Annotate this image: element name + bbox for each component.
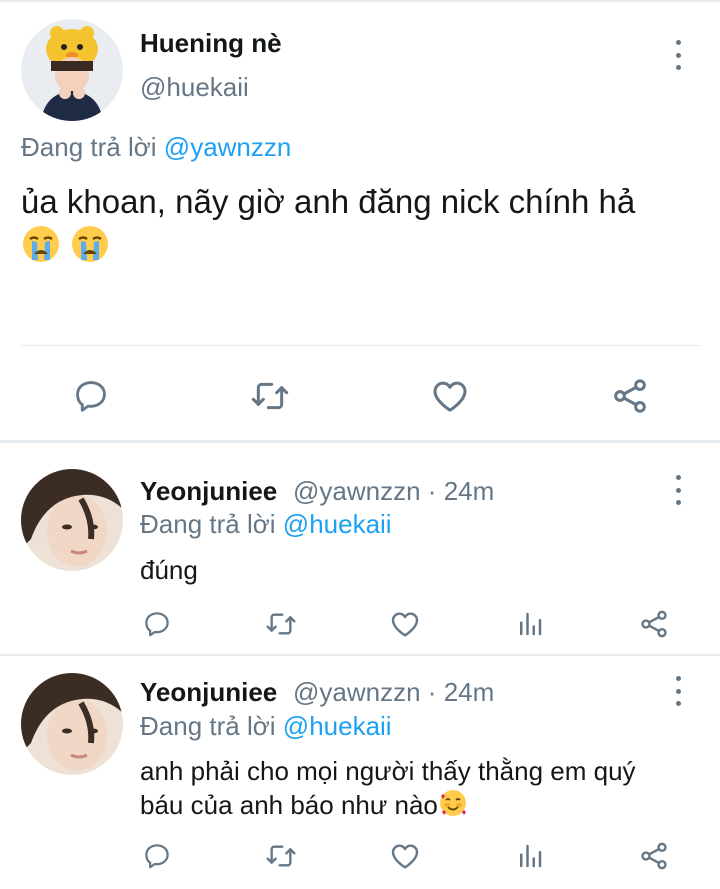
tweet-text-line: anh phải cho mọi người thấy thằng em quý (140, 756, 636, 786)
tweet-text-content: ủa khoan, nãy giờ anh đăng nick chính hả (21, 183, 636, 220)
reply-prefix: Đang trả lời (21, 132, 157, 162)
timestamp[interactable]: 24m (444, 476, 495, 506)
handle-and-time: @yawnzzn · 24m (293, 677, 494, 708)
user-handle[interactable]: @yawnzzn (293, 677, 421, 707)
reply-prefix: Đang trả lời (140, 711, 276, 741)
retweet-icon[interactable] (264, 607, 298, 641)
reply-context: Đang trả lời @huekaii (140, 711, 392, 742)
tweet-text: anh phải cho mọi người thấy thằng em quý… (140, 754, 700, 826)
reply-icon[interactable] (140, 839, 174, 873)
avatar[interactable] (21, 469, 123, 571)
retweet-icon[interactable] (264, 839, 298, 873)
retweet-icon[interactable] (248, 374, 292, 418)
tweet-text-line: báu của anh báo như nào (140, 790, 438, 820)
reply-tweet[interactable]: Yeonjuniee @yawnzzn · 24m Đang trả lời @… (0, 656, 720, 889)
more-options-icon[interactable] (668, 475, 688, 505)
reply-to-mention[interactable]: @yawnzzn (164, 132, 292, 162)
heart-icon[interactable] (428, 374, 472, 418)
separator: · (427, 677, 437, 707)
reply-icon[interactable] (140, 607, 174, 641)
share-icon[interactable] (637, 839, 671, 873)
heart-icon[interactable] (388, 839, 422, 873)
reply-context: Đang trả lời @huekaii (140, 509, 392, 540)
more-options-icon[interactable] (668, 676, 688, 706)
reply-to-mention[interactable]: @huekaii (283, 711, 392, 741)
loudly-crying-face-emoji (21, 224, 61, 275)
tweet-text: ủa khoan, nãy giờ anh đăng nick chính hả (21, 180, 701, 275)
more-options-icon[interactable] (668, 40, 688, 70)
analytics-icon[interactable] (513, 607, 547, 641)
display-name[interactable]: Yeonjuniee (140, 677, 277, 708)
tweet-text: đúng (140, 555, 198, 585)
timestamp[interactable]: 24m (444, 677, 495, 707)
smiling-face-with-hearts-emoji (438, 788, 468, 826)
heart-icon[interactable] (388, 607, 422, 641)
reply-to-mention[interactable]: @huekaii (283, 509, 392, 539)
display-name[interactable]: Yeonjuniee (140, 476, 277, 507)
reply-icon[interactable] (69, 374, 113, 418)
main-tweet[interactable]: Huening nè @huekaii Đang trả lời @yawnzz… (0, 2, 720, 440)
separator: · (427, 476, 437, 506)
user-handle[interactable]: @huekaii (140, 72, 249, 103)
share-icon[interactable] (608, 374, 652, 418)
divider (21, 345, 701, 346)
avatar[interactable] (21, 673, 123, 775)
user-handle[interactable]: @yawnzzn (293, 476, 421, 506)
reply-prefix: Đang trả lời (140, 509, 276, 539)
display-name[interactable]: Huening nè (140, 28, 282, 59)
reply-tweet[interactable]: Yeonjuniee @yawnzzn · 24m Đang trả lời @… (0, 443, 720, 654)
share-icon[interactable] (637, 607, 671, 641)
handle-and-time: @yawnzzn · 24m (293, 476, 494, 507)
reply-context: Đang trả lời @yawnzzn (21, 132, 291, 163)
analytics-icon[interactable] (513, 839, 547, 873)
avatar[interactable] (21, 19, 123, 121)
loudly-crying-face-emoji (70, 224, 110, 275)
